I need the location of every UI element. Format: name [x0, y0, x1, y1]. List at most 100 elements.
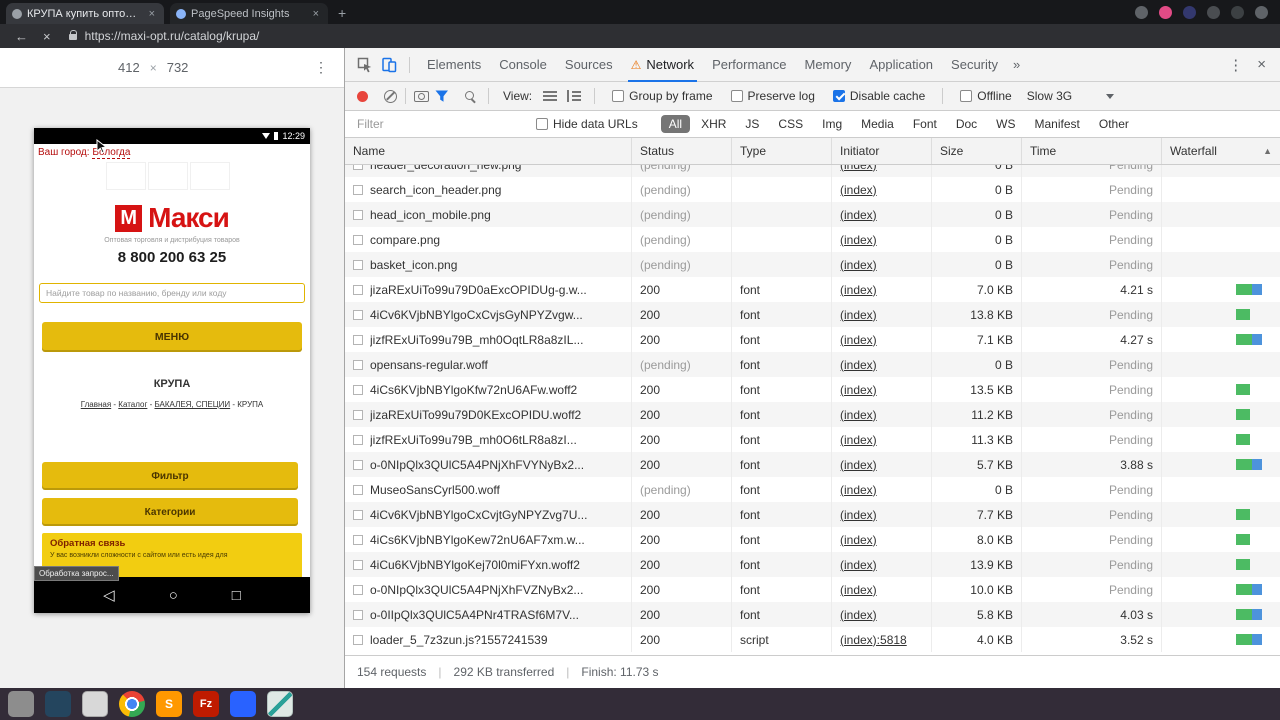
breadcrumb-item[interactable]: Каталог [118, 400, 147, 409]
initiator-link[interactable]: (index) [840, 208, 877, 222]
initiator-link[interactable]: (index) [840, 533, 877, 547]
table-row[interactable]: jizaRExUiTo99u79D0KExcOPIDU.woff2 200 font… [345, 402, 1280, 427]
initiator-link[interactable]: (index) [840, 233, 877, 247]
stop-loading-icon[interactable]: × [43, 29, 51, 44]
table-row[interactable]: opensans-regular.woff (pending) font (index… [345, 352, 1280, 377]
screenshot-capture-icon[interactable] [414, 90, 429, 102]
site-logo[interactable]: М Макси [34, 202, 310, 234]
text-editor-icon[interactable] [267, 691, 293, 717]
back-icon[interactable]: ← [15, 29, 28, 44]
table-row[interactable]: o-0IIpQlx3QUlC5A4PNr4TRASf6M7V... 200 font… [345, 602, 1280, 627]
initiator-link[interactable]: (index) [840, 483, 877, 497]
tab-security[interactable]: Security [942, 48, 1007, 82]
tab-close-icon[interactable]: × [310, 8, 322, 20]
network-filter-input[interactable] [357, 117, 527, 131]
overview-icon[interactable] [567, 90, 582, 102]
devtools-close-icon[interactable]: × [1255, 56, 1280, 73]
tab-sources[interactable]: Sources [556, 48, 622, 82]
address-bar[interactable]: https://maxi-opt.ru/catalog/krupa/ [85, 29, 260, 43]
titlebar-icon-2[interactable] [1159, 5, 1172, 19]
viewport-width[interactable]: 412 [118, 60, 140, 75]
viewport-height[interactable]: 732 [167, 60, 189, 75]
screenshot-tool-icon[interactable] [45, 691, 71, 717]
tab-performance[interactable]: Performance [703, 48, 795, 82]
table-row[interactable]: 4iCu6KVjbNBYlgoKej70l0miFYxn.woff2 200 fon… [345, 552, 1280, 577]
titlebar-icon-1[interactable] [1135, 5, 1148, 19]
blue-app-icon[interactable] [230, 691, 256, 717]
filter-funnel-icon[interactable] [435, 90, 449, 103]
record-icon[interactable] [357, 90, 368, 102]
initiator-link[interactable]: (index) [840, 358, 877, 372]
filter-pill-js[interactable]: JS [737, 115, 767, 133]
initiator-link[interactable]: (index) [840, 333, 877, 347]
table-row[interactable]: compare.png (pending) (index) 0 B Pending [345, 227, 1280, 252]
titlebar-icon-4[interactable] [1207, 5, 1220, 19]
breadcrumb-item[interactable]: Главная [81, 400, 111, 409]
breadcrumb-item[interactable]: БАКАЛЕЯ, СПЕЦИИ [154, 400, 230, 409]
filter-pill-doc[interactable]: Doc [948, 115, 985, 133]
filter-pill-font[interactable]: Font [905, 115, 945, 133]
android-home-icon[interactable]: ○ [169, 587, 178, 604]
settings-app-icon[interactable] [8, 691, 34, 717]
initiator-link[interactable]: (index) [840, 383, 877, 397]
initiator-link[interactable]: (index) [840, 508, 877, 522]
offline-checkbox[interactable]: Offline [960, 89, 1012, 103]
table-row[interactable]: o-0NIpQlx3QUlC5A4PNjXhFVZNyBx2... 200 font… [345, 577, 1280, 602]
new-tab-button[interactable]: + [338, 5, 346, 21]
filter-pill-xhr[interactable]: XHR [693, 115, 734, 133]
devtools-menu-icon[interactable]: ⋮ [1216, 56, 1255, 74]
categories-button[interactable]: Категории [42, 498, 298, 526]
table-row[interactable]: MuseoSansCyrl500.woff (pending) font (index… [345, 477, 1280, 502]
filter-pill-img[interactable]: Img [814, 115, 850, 133]
table-row[interactable]: jizfRExUiTo99u79B_mh0OqtLR8a8zIL... 200 fo… [345, 327, 1280, 352]
checkbox-icon[interactable] [960, 90, 973, 102]
tab-memory[interactable]: Memory [795, 48, 860, 82]
device-toolbar-toggle-icon[interactable] [381, 57, 397, 73]
padlock-icon[interactable] [68, 30, 77, 40]
filter-pill-media[interactable]: Media [853, 115, 902, 133]
titlebar-icon-6[interactable] [1255, 5, 1268, 19]
preserve-log-checkbox[interactable]: Preserve log [730, 89, 815, 103]
tab-network[interactable]: ⚠ Network [622, 48, 703, 82]
browser-tab-krupa[interactable]: КРУПА купить оптом | О... × [6, 3, 164, 24]
table-row[interactable]: header_decoration_new.png(pending) (index… [345, 165, 1280, 177]
large-rows-icon[interactable] [543, 90, 558, 102]
tab-application[interactable]: Application [860, 48, 942, 82]
disable-cache-checkbox[interactable]: Disable cache [832, 89, 925, 103]
menu-button[interactable]: МЕНЮ [42, 322, 302, 352]
chrome-icon[interactable] [119, 691, 145, 717]
column-header-initiator[interactable]: Initiator [832, 138, 932, 164]
initiator-link[interactable]: (index) [840, 608, 877, 622]
group-by-frame-checkbox[interactable]: Group by frame [612, 89, 713, 103]
sort-ascending-icon[interactable]: ▲ [1263, 138, 1272, 164]
inspect-element-icon[interactable] [357, 57, 373, 73]
checkbox-icon[interactable] [612, 90, 625, 102]
browser-tab-pagespeed[interactable]: PageSpeed Insights × [170, 3, 328, 24]
table-row[interactable]: 4iCv6KVjbNBYlgoCxCvjtGyNPYZvg7U... 200 fon… [345, 502, 1280, 527]
more-tabs-icon[interactable]: » [1007, 57, 1026, 72]
table-row[interactable]: jizfRExUiTo99u79B_mh0O6tLR8a8zI... 200 fon… [345, 427, 1280, 452]
tab-console[interactable]: Console [490, 48, 556, 82]
sublime-text-icon[interactable]: S [156, 691, 182, 717]
city-selector[interactable]: Ваш город: Вологда [38, 147, 131, 159]
table-row[interactable]: 4iCs6KVjbNBYlgoKfw72nU6AFw.woff2 200 font (… [345, 377, 1280, 402]
file-manager-icon[interactable] [82, 691, 108, 717]
filter-button[interactable]: Фильтр [42, 462, 298, 490]
titlebar-icon-3[interactable] [1183, 5, 1196, 19]
clear-icon[interactable] [384, 89, 397, 103]
filter-pill-other[interactable]: Other [1091, 115, 1137, 133]
filter-pill-css[interactable]: CSS [770, 115, 811, 133]
checkbox-icon[interactable] [536, 118, 548, 130]
search-icon[interactable] [465, 90, 474, 100]
device-toolbar-more-icon[interactable]: ⋮ [314, 59, 328, 76]
table-row[interactable]: 4iCs6KVjbNBYlgoKew72nU6AF7xm.w... 200 font… [345, 527, 1280, 552]
initiator-link[interactable]: (index) [840, 408, 877, 422]
column-header-time[interactable]: Time [1022, 138, 1162, 164]
initiator-link[interactable]: (index) [840, 165, 877, 172]
filezilla-icon[interactable]: Fz [193, 691, 219, 717]
tab-close-icon[interactable]: × [146, 8, 158, 20]
throttling-select[interactable]: Slow 3G [1027, 89, 1072, 103]
checkbox-checked-icon[interactable] [832, 90, 845, 102]
column-header-waterfall[interactable]: Waterfall ▲ [1162, 138, 1280, 164]
initiator-link[interactable]: (index) [840, 183, 877, 197]
